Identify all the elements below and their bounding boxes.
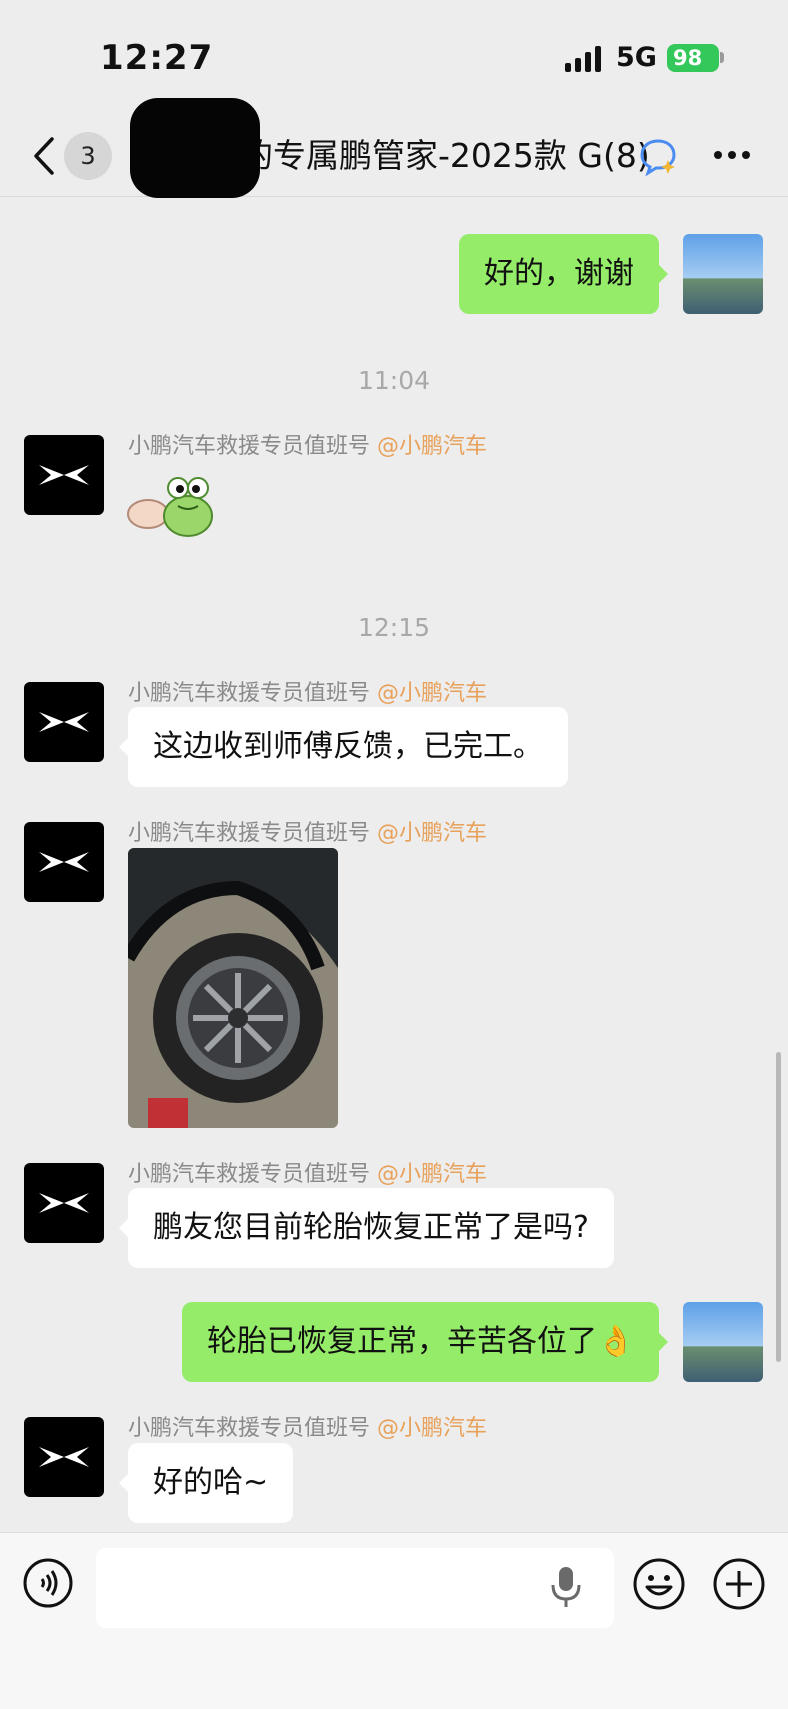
agent-avatar[interactable] [24,822,104,902]
battery-tip [720,52,724,63]
my-message-bubble[interactable]: 好的，谢谢 [459,234,668,314]
sender-name: 小鹏汽车救援专员值班号 @小鹏汽车 [128,428,487,460]
battery-level: 98 [673,46,703,70]
frog-sticker-icon[interactable] [126,470,222,542]
chat-title-text: 的专属鹏管家-2025款 G [240,136,603,175]
sender-org: @小鹏汽车 [377,681,488,706]
status-bar: 12:27 5G 98 [0,0,788,118]
ai-chat-icon[interactable] [638,136,678,176]
sender-org: @小鹏汽车 [377,1162,488,1187]
sender-org: @小鹏汽车 [377,1416,488,1441]
plus-icon[interactable] [712,1557,766,1611]
my-message-bubble[interactable]: 轮胎已恢复正常，辛苦各位了👌 [182,1302,669,1382]
chat-header: 3 的专属鹏管家-2025款 G(8) [0,98,788,198]
redacted-area [130,98,260,198]
back-icon[interactable] [30,136,58,176]
microphone-icon[interactable] [548,1565,584,1609]
sender-name: 小鹏汽车救援专员值班号 @小鹏汽车 [128,1156,487,1188]
sender-name: 小鹏汽车救援专员值班号 @小鹏汽车 [128,675,487,707]
sender-label: 小鹏汽车救援专员值班号 [128,681,371,706]
my-avatar[interactable] [683,1302,763,1382]
scrollbar[interactable] [776,1052,781,1362]
time-divider: 12:15 [357,613,431,642]
status-time: 12:27 [100,38,214,78]
sender-name: 小鹏汽车救援专员值班号 @小鹏汽车 [128,815,487,847]
more-icon[interactable] [712,148,752,162]
sender-org: @小鹏汽车 [377,434,488,459]
agent-message-bubble[interactable]: 这边收到师傅反馈，已完工。 [119,707,568,787]
agent-avatar[interactable] [24,682,104,762]
sender-name: 小鹏汽车救援专员值班号 @小鹏汽车 [128,1410,487,1442]
battery-icon: 98 [667,44,719,72]
agent-avatar[interactable] [24,1417,104,1497]
tire-photo-icon[interactable] [128,848,338,1128]
agent-message-bubble[interactable]: 好的哈~ [118,1443,294,1523]
chat-title[interactable]: 的专属鹏管家-2025款 G(8) [240,132,650,180]
emoji-icon[interactable] [632,1557,686,1611]
sender-label: 小鹏汽车救援专员值班号 [128,1162,371,1187]
sender-label: 小鹏汽车救援专员值班号 [128,434,371,459]
voice-icon[interactable] [22,1557,74,1609]
agent-message-bubble[interactable]: 鹏友您目前轮胎恢复正常了是吗? [119,1188,614,1268]
my-avatar[interactable] [683,234,763,314]
network-type: 5G [616,42,657,73]
unread-badge[interactable]: 3 [64,132,112,180]
agent-avatar[interactable] [24,435,104,515]
signal-icon [565,46,601,72]
agent-avatar[interactable] [24,1163,104,1243]
time-divider: 11:04 [357,366,431,395]
input-bar [0,1532,788,1709]
sender-org: @小鹏汽车 [377,821,488,846]
message-input[interactable] [96,1548,614,1628]
sender-label: 小鹏汽车救援专员值班号 [128,1416,371,1441]
sender-label: 小鹏汽车救援专员值班号 [128,821,371,846]
